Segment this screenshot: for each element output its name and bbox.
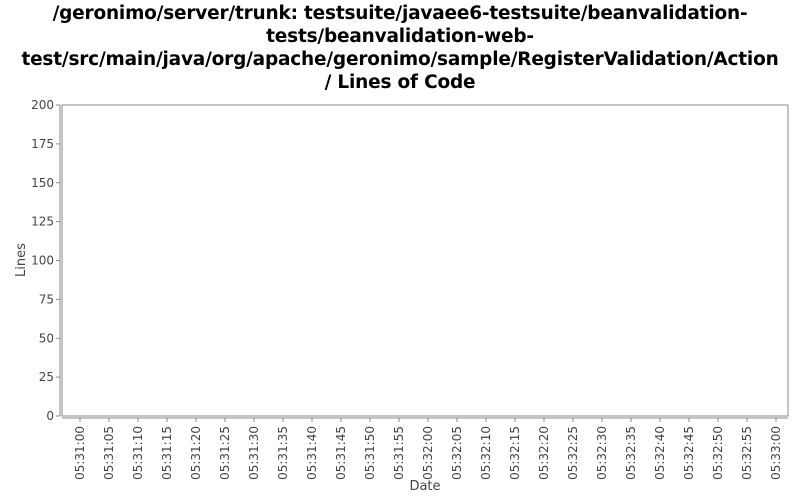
x-tick-label: 05:33:00: [769, 426, 783, 480]
x-tick-label: 05:31:20: [189, 426, 203, 480]
x-axis-title: Date: [409, 479, 440, 494]
y-tick-label: 50: [39, 331, 54, 345]
x-tick-label: 05:32:45: [682, 426, 696, 480]
x-tick-label: 05:31:35: [276, 426, 290, 480]
line-chart: 0255075100125150175200 05:31:00 05:31:05 0…: [14, 98, 789, 494]
x-tick-label: 05:31:40: [305, 426, 319, 480]
y-tick-label: 0: [46, 409, 54, 423]
y-tick-label: 25: [39, 370, 54, 384]
x-tick-label: 05:32:35: [624, 426, 638, 480]
x-tick-label: 05:32:25: [566, 426, 580, 480]
x-tick-label: 05:32:30: [595, 426, 609, 480]
x-tick-label: 05:31:15: [160, 426, 174, 480]
y-tick-label: 100: [31, 254, 54, 268]
x-tick-label: 05:32:15: [508, 426, 522, 480]
x-tick-label: 05:31:10: [131, 426, 145, 480]
x-tick-label: 05:32:40: [653, 426, 667, 480]
x-tick-label: 05:32:55: [740, 426, 754, 480]
x-tick-label: 05:31:30: [247, 426, 261, 480]
x-tick-label: 05:31:05: [102, 426, 116, 480]
y-tick-label: 200: [31, 98, 54, 112]
x-tick-label: 05:31:45: [334, 426, 348, 480]
y-tick-label: 125: [31, 215, 54, 229]
x-tick-label: 05:32:00: [421, 426, 435, 480]
x-tick-label: 05:32:05: [450, 426, 464, 480]
y-tick-label: 175: [31, 137, 54, 151]
x-axis: 05:31:00 05:31:05 05:31:10 05:31:15 05:31:20…: [62, 417, 788, 480]
x-tick-label: 05:31:55: [392, 426, 406, 480]
x-tick-label: 05:32:50: [711, 426, 725, 480]
plot-area: [61, 104, 789, 417]
x-tick-label: 05:31:00: [73, 426, 87, 480]
y-tick-label: 150: [31, 176, 54, 190]
x-tick-label: 05:31:25: [218, 426, 232, 480]
y-axis-title: Lines: [14, 243, 29, 277]
x-tick-label: 05:32:10: [479, 426, 493, 480]
y-axis: 0 25 50 75 100 125 150 175 200: [31, 98, 61, 423]
x-tick-label: 05:31:50: [363, 426, 377, 480]
y-tick-label: 75: [39, 292, 54, 306]
x-tick-label: 05:32:20: [537, 426, 551, 480]
